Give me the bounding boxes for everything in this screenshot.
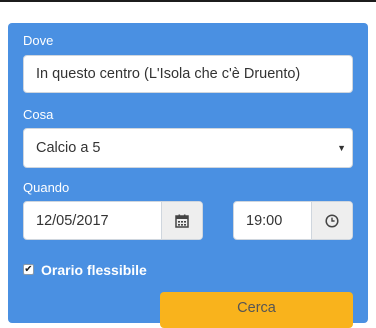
date-field[interactable]: 12/05/2017 — [23, 201, 203, 240]
date-value: 12/05/2017 — [36, 212, 109, 229]
top-border — [0, 0, 376, 2]
clock-icon — [325, 213, 339, 228]
check-mark-icon: ✔ — [24, 263, 33, 275]
cosa-label: Cosa — [23, 107, 54, 122]
caret-down-icon: ▼ — [337, 143, 346, 153]
search-button[interactable]: Cerca — [160, 292, 353, 328]
time-value: 19:00 — [246, 212, 283, 229]
cosa-select[interactable]: Calcio a 5 ▼ — [23, 128, 353, 168]
calendar-icon — [175, 214, 189, 228]
flexible-time-label[interactable]: Orario flessibile — [41, 262, 147, 278]
quando-label: Quando — [23, 180, 70, 195]
dove-label: Dove — [23, 33, 54, 48]
calendar-button[interactable] — [161, 202, 202, 239]
cosa-selected-value: Calcio a 5 — [36, 140, 101, 156]
clock-button[interactable] — [311, 202, 352, 239]
dove-value: In questo centro (L'Isola che c'è Druent… — [36, 66, 301, 82]
search-button-label: Cerca — [237, 300, 276, 316]
dove-field[interactable]: In questo centro (L'Isola che c'è Druent… — [23, 55, 353, 93]
flexible-time-checkbox[interactable]: ✔ — [23, 264, 34, 275]
time-field[interactable]: 19:00 — [233, 201, 353, 240]
